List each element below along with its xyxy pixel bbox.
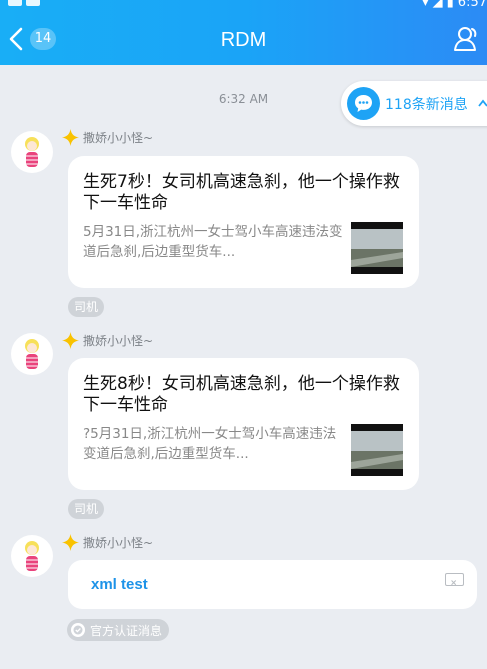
status-notification-icons bbox=[8, 0, 40, 6]
status-bar: ▾ ◢ ▮ 6:57 bbox=[422, 0, 487, 10]
close-icon[interactable] bbox=[445, 573, 464, 586]
battery-icon: ▮ bbox=[446, 0, 454, 10]
notification-icon bbox=[26, 0, 40, 6]
shared-article-card[interactable]: 生死8秒！女司机高速急刹，他一个操作救下一车性命 ?5月31日,浙江杭州一女士驾… bbox=[68, 358, 419, 490]
verified-tag-label: 官方认证消息 bbox=[90, 623, 163, 638]
new-messages-button[interactable]: 118条新消息 bbox=[341, 81, 487, 126]
verified-badge-icon bbox=[71, 623, 85, 637]
article-title: 生死8秒！女司机高速急刹，他一个操作救下一车性命 bbox=[83, 374, 400, 415]
shared-article-card[interactable]: 生死7秒！女司机高速急刹，他一个操作救下一车性命 5月31日,浙江杭州一女士驾小… bbox=[68, 156, 419, 288]
avatar[interactable] bbox=[11, 333, 53, 375]
chevron-up-icon bbox=[478, 99, 487, 107]
sender-row: 撒娇小小怪~ bbox=[62, 534, 153, 551]
xml-message-text: xml test bbox=[91, 576, 148, 593]
avatar[interactable] bbox=[11, 131, 53, 173]
article-summary: ?5月31日,浙江杭州一女士驾小车高速违法变道后急刹,后边重型货车... bbox=[83, 426, 337, 462]
sender-name: 撒娇小小怪~ bbox=[83, 131, 154, 145]
new-messages-label: 118条新消息 bbox=[385, 97, 468, 113]
article-summary: 5月31日,浙江杭州一女士驾小车高速违法变道后急刹,后边重型货车... bbox=[83, 224, 343, 260]
profile-icon[interactable] bbox=[453, 25, 481, 53]
avatar[interactable] bbox=[11, 535, 53, 577]
sender-row: 撒娇小小怪~ bbox=[62, 129, 153, 146]
app-header: ▾ ◢ ▮ 6:57 14 RDM bbox=[0, 0, 487, 65]
notification-icon bbox=[8, 0, 22, 6]
article-thumbnail bbox=[351, 222, 403, 274]
xml-message-card[interactable]: xml test bbox=[68, 560, 477, 609]
article-thumbnail bbox=[351, 424, 403, 476]
sender-row: 撒娇小小怪~ bbox=[62, 332, 153, 349]
star-icon bbox=[62, 332, 79, 349]
sender-name: 撒娇小小怪~ bbox=[83, 334, 154, 348]
page-title: RDM bbox=[220, 29, 267, 51]
wifi-icon: ▾ bbox=[422, 0, 429, 10]
sender-name: 撒娇小小怪~ bbox=[83, 536, 154, 550]
star-icon bbox=[62, 534, 79, 551]
message-tag: 司机 bbox=[68, 297, 105, 317]
official-verified-tag: 官方认证消息 bbox=[67, 619, 170, 641]
signal-icon: ◢ bbox=[432, 0, 443, 10]
star-icon bbox=[62, 129, 79, 146]
message-bubble-icon bbox=[347, 87, 380, 120]
article-title: 生死7秒！女司机高速急刹，他一个操作救下一车性命 bbox=[83, 172, 400, 213]
message-tag: 司机 bbox=[68, 499, 105, 519]
status-time: 6:57 bbox=[457, 0, 487, 10]
